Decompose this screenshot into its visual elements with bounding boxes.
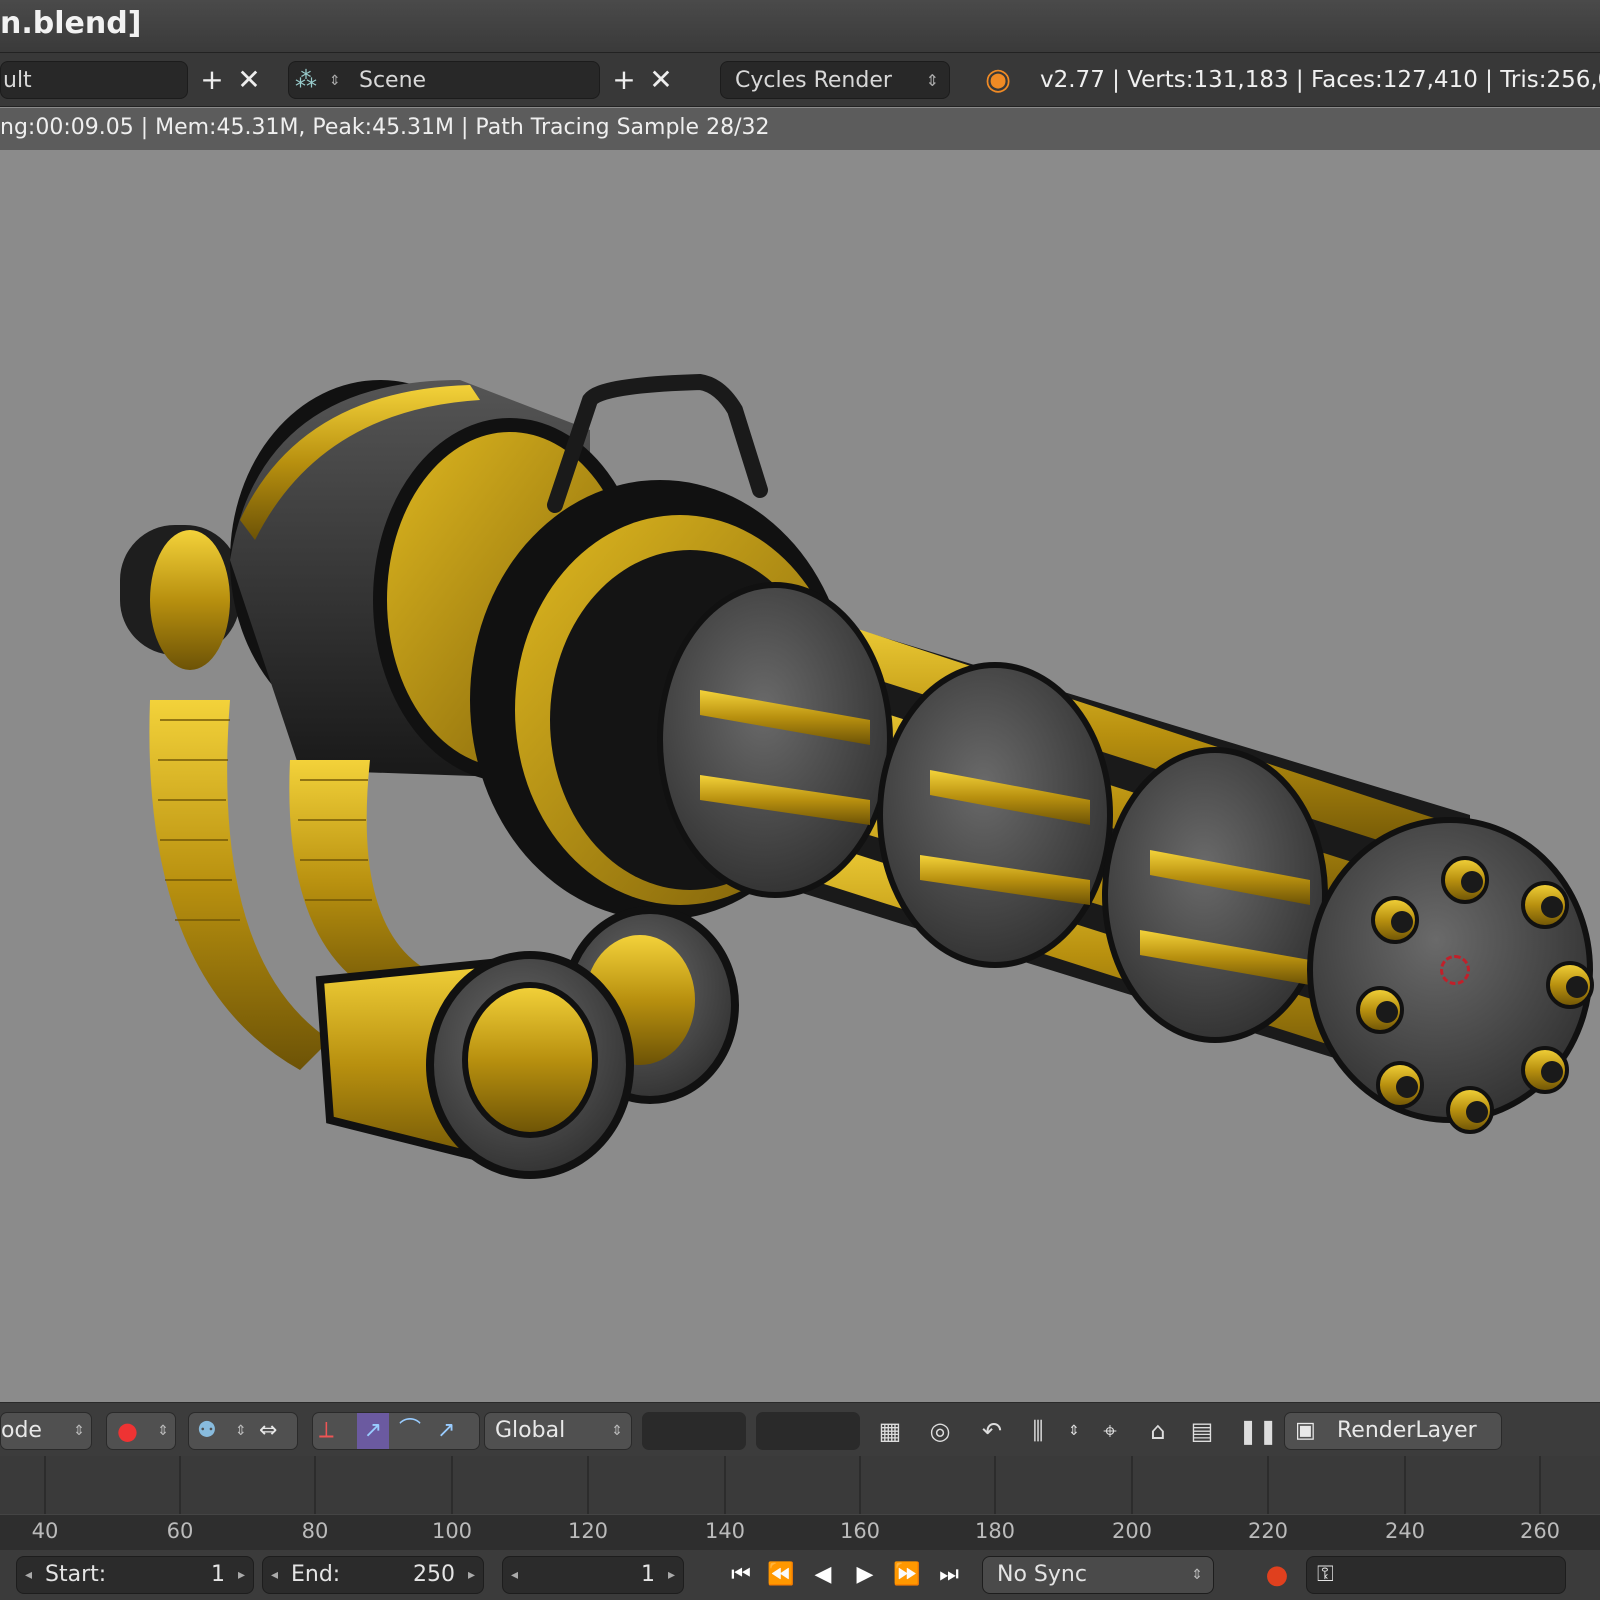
layer-lock-icon[interactable]: ▦ — [872, 1412, 908, 1450]
timeline-footer: ◂ Start: 1 ▸ ◂ End: 250 ▸ ◂ 1 ▸ ⏮ ⏪ ◀ ▶ … — [0, 1550, 1600, 1600]
timeline-grid — [44, 1456, 1541, 1514]
render-status-text: ng:00:09.05 | Mem:45.31M, Peak:45.31M | … — [0, 115, 770, 140]
transform-manipulators-group[interactable]: ⟂ ↗ ⌒ ↗ — [312, 1412, 480, 1450]
scene-label: Scene — [359, 68, 427, 93]
render-layer-select[interactable]: ▣ RenderLayer — [1284, 1412, 1502, 1450]
mode-dropdown-icon: ⇕ — [73, 1423, 85, 1439]
render-engine-dropdown-icon: ⇕ — [925, 71, 939, 90]
transform-orientation-select[interactable]: Global ⇕ — [484, 1412, 632, 1450]
start-frame-value: 1 — [211, 1562, 225, 1587]
3d-view-header: ode ⇕ ● ⇕ ⚉ ⇕ ⇔ ⟂ ↗ ⌒ ↗ Global ⇕ ▦ ◎ ↶ ⫼… — [0, 1402, 1600, 1456]
rendered-minigun-image — [120, 373, 1594, 1179]
end-increment-icon[interactable]: ▸ — [468, 1557, 475, 1593]
jump-to-start-icon[interactable]: ⏮ — [722, 1556, 760, 1594]
current-frame-field[interactable]: ◂ 1 ▸ — [502, 1556, 684, 1594]
frame-tick: 100 — [431, 1519, 473, 1543]
frame-tick: 180 — [974, 1519, 1016, 1543]
pause-render-icon[interactable]: ❚❚ — [1238, 1412, 1278, 1450]
jump-keyframe-forward-icon[interactable]: ⏩ — [888, 1556, 926, 1594]
axis-gizmo-icon: ⟂ — [319, 1418, 334, 1443]
pivot-and-manipulator-group[interactable]: ⚉ ⇕ ⇔ — [188, 1412, 298, 1450]
render-status-bar: ng:00:09.05 | Mem:45.31M, Peak:45.31M | … — [0, 108, 1600, 150]
frame-tick: 120 — [567, 1519, 609, 1543]
mode-label: ode — [1, 1418, 42, 1443]
orientation-label: Global — [495, 1418, 566, 1443]
pivot-point-icon: ⚉ — [197, 1418, 217, 1443]
end-decrement-icon[interactable]: ◂ — [271, 1557, 278, 1593]
frame-tick: 200 — [1111, 1519, 1153, 1543]
play-reverse-icon[interactable]: ◀ — [804, 1556, 842, 1594]
rotate-manipulator-icon: ⌒ — [399, 1418, 422, 1443]
keying-set-icon: ⚿ — [1317, 1562, 1334, 1587]
window-title: n.blend] — [0, 6, 142, 41]
start-frame-label: Start: — [45, 1562, 107, 1587]
proportional-editing-icon[interactable]: ◎ — [922, 1412, 958, 1450]
frame-decrement-icon[interactable]: ◂ — [511, 1557, 518, 1593]
sync-dropdown-icon: ⇕ — [1191, 1567, 1203, 1583]
screen-layout-label: ult — [3, 68, 32, 93]
play-icon[interactable]: ▶ — [846, 1556, 884, 1594]
orientation-dropdown-icon: ⇕ — [611, 1423, 623, 1439]
render-layer-label: RenderLayer — [1337, 1418, 1477, 1443]
snap-element-icon[interactable]: ⫼ — [1020, 1412, 1056, 1450]
add-layout-button[interactable]: + — [195, 61, 229, 99]
viewport-shading-select[interactable]: ● ⇕ — [106, 1412, 176, 1450]
snap-target-icon[interactable]: ⌖ — [1092, 1412, 1128, 1450]
snap-element-dropdown-icon[interactable]: ⇕ — [1064, 1412, 1084, 1450]
start-decrement-icon[interactable]: ◂ — [25, 1557, 32, 1593]
layer-buttons-group-2[interactable] — [756, 1412, 860, 1450]
jump-to-end-icon[interactable]: ⏭ — [930, 1556, 968, 1594]
frame-ruler[interactable]: 40 60 80 100 120 140 160 180 200 220 240… — [0, 1514, 1600, 1550]
3d-cursor-icon[interactable] — [1440, 955, 1470, 985]
shading-dropdown-icon: ⇕ — [157, 1423, 169, 1439]
layer-buttons-group-1[interactable] — [642, 1412, 746, 1450]
opengl-animation-icon[interactable]: ▤ — [1184, 1412, 1220, 1450]
remove-scene-button[interactable]: ✕ — [644, 61, 678, 99]
snap-toggle-icon[interactable]: ↶ — [974, 1412, 1010, 1450]
record-icon[interactable]: ● — [1258, 1556, 1296, 1594]
opengl-render-icon[interactable]: ⌂ — [1140, 1412, 1176, 1450]
current-frame-value: 1 — [641, 1562, 655, 1587]
scale-manipulator-icon: ↗ — [437, 1418, 456, 1443]
scene-dropdown-icon: ⇕ — [329, 73, 341, 89]
end-frame-value: 250 — [413, 1562, 455, 1587]
shading-sphere-icon: ● — [117, 1417, 138, 1445]
add-scene-button[interactable]: + — [607, 61, 641, 99]
end-frame-label: End: — [291, 1562, 341, 1587]
render-engine-label: Cycles Render — [735, 68, 892, 93]
translate-manipulator-icon: ↗ — [357, 1413, 389, 1449]
frame-tick: 140 — [704, 1519, 746, 1543]
manipulator-toggle-icon: ⇔ — [259, 1418, 278, 1443]
start-increment-icon[interactable]: ▸ — [238, 1557, 245, 1593]
frame-tick: 40 — [31, 1519, 59, 1543]
mode-select[interactable]: ode ⇕ — [0, 1412, 92, 1450]
blender-logo-icon: ◉ — [985, 62, 1012, 97]
info-header: ult + ✕ ⁂ ⇕ Scene + ✕ Cycles Render ⇕ ◉ … — [0, 52, 1600, 107]
3d-viewport[interactable] — [0, 150, 1600, 1402]
frame-tick: 80 — [301, 1519, 329, 1543]
scene-icon: ⁂ — [295, 68, 317, 93]
frame-tick: 260 — [1519, 1519, 1561, 1543]
sync-mode-select[interactable]: No Sync ⇕ — [982, 1556, 1214, 1594]
sync-mode-label: No Sync — [997, 1562, 1087, 1587]
pivot-dropdown-icon: ⇕ — [235, 1423, 247, 1439]
keying-set-field[interactable]: ⚿ — [1306, 1556, 1566, 1594]
render-engine-select[interactable]: Cycles Render ⇕ — [720, 61, 950, 99]
frame-increment-icon[interactable]: ▸ — [668, 1557, 675, 1593]
remove-layout-button[interactable]: ✕ — [232, 61, 266, 99]
start-frame-field[interactable]: ◂ Start: 1 ▸ — [16, 1556, 254, 1594]
frame-tick: 60 — [166, 1519, 194, 1543]
render-layer-icon: ▣ — [1295, 1418, 1316, 1443]
jump-keyframe-back-icon[interactable]: ⏪ — [762, 1556, 800, 1594]
frame-tick: 160 — [839, 1519, 881, 1543]
scene-statistics: v2.77 | Verts:131,183 | Faces:127,410 | … — [1040, 67, 1600, 93]
frame-tick: 220 — [1247, 1519, 1289, 1543]
screen-layout-field[interactable]: ult — [0, 61, 188, 99]
timeline-area[interactable] — [0, 1456, 1600, 1514]
scene-field[interactable]: ⁂ ⇕ Scene — [288, 61, 600, 99]
frame-tick: 240 — [1384, 1519, 1426, 1543]
end-frame-field[interactable]: ◂ End: 250 ▸ — [262, 1556, 484, 1594]
window-title-bar: n.blend] — [0, 0, 1600, 52]
